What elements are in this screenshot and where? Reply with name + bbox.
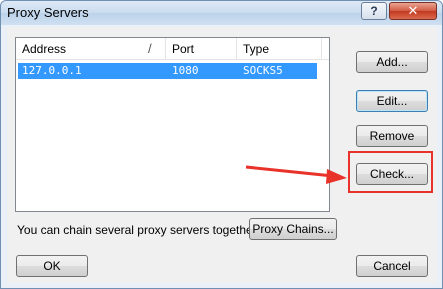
annotation-arrow-icon: [245, 165, 347, 184]
proxy-servers-dialog: Proxy Servers ? ✕ Address / Port Type 12…: [0, 0, 443, 289]
